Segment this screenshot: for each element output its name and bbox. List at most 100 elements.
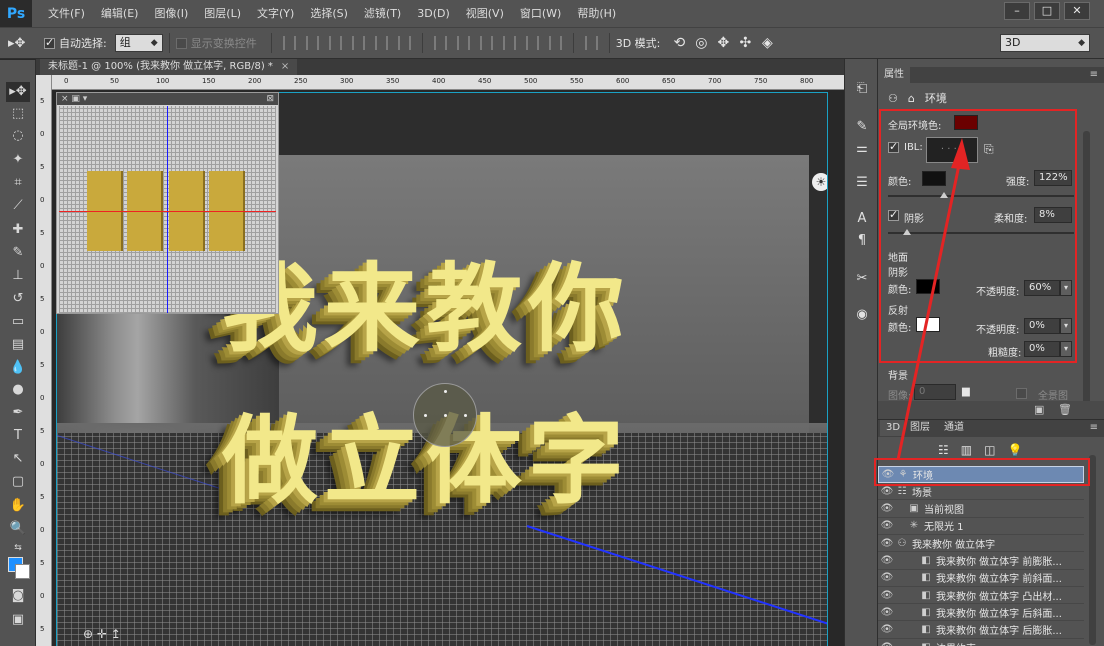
- menu-image[interactable]: 图像(I): [146, 0, 196, 27]
- visibility-eye-icon[interactable]: 👁: [878, 555, 896, 566]
- lasso-tool-icon[interactable]: ◌: [6, 126, 30, 146]
- environment-icon[interactable]: ⌂: [908, 92, 915, 105]
- crop-tool-icon[interactable]: ⌗: [6, 173, 30, 193]
- orbit-handle[interactable]: [464, 414, 467, 417]
- 3d-axis-widget-icon[interactable]: ⊕ ✛ ↥: [83, 627, 121, 641]
- history-panel-icon[interactable]: ⎗: [851, 79, 873, 99]
- brush-panel-icon[interactable]: ✎: [851, 117, 873, 137]
- menu-view[interactable]: 视图(V): [458, 0, 512, 27]
- adjustments-panel-icon[interactable]: ⚌: [851, 139, 873, 159]
- horizontal-ruler[interactable]: 0 50 100 150 200 250 300 350 400 450 500 550 600 650 7…: [52, 75, 844, 90]
- 3d-roll-icon[interactable]: ◎: [692, 34, 710, 52]
- align-top-icon[interactable]: [282, 36, 296, 50]
- 3d-orbit-icon[interactable]: ⟲: [670, 34, 688, 52]
- visibility-eye-icon[interactable]: 👁: [878, 486, 896, 497]
- eraser-tool-icon[interactable]: ▭: [6, 312, 30, 332]
- layer-row[interactable]: 👁 ◧ 我来教你 做立体字 前膨胀...: [878, 553, 1084, 570]
- close-window-button[interactable]: ✕: [1064, 2, 1090, 20]
- distribute-vcenter-icon[interactable]: [456, 36, 470, 50]
- orbit-handle[interactable]: [444, 390, 447, 393]
- type-tool-icon[interactable]: T: [6, 426, 30, 446]
- 3d-materials-icon[interactable]: ◉: [851, 305, 873, 325]
- tab-3d[interactable]: 3D: [880, 420, 907, 436]
- filter-scene-icon[interactable]: ☷: [938, 443, 949, 457]
- panel-menu-icon[interactable]: ≡: [1090, 420, 1098, 436]
- path-select-tool-icon[interactable]: ↖: [6, 449, 30, 469]
- healing-tool-icon[interactable]: ✚: [6, 220, 30, 240]
- pen-tool-icon[interactable]: ✒: [6, 403, 30, 423]
- visibility-eye-icon[interactable]: 👁: [878, 538, 896, 549]
- align-hcenter-icon[interactable]: [374, 36, 388, 50]
- workspace-dropdown[interactable]: 3D ◆: [1000, 34, 1090, 52]
- distribute-left-icon[interactable]: [502, 36, 516, 50]
- shape-tool-icon[interactable]: ▢: [6, 472, 30, 492]
- layer-row[interactable]: 👁 ◧ 我来教你 做立体字 后斜面...: [878, 604, 1084, 622]
- align-bottom-icon[interactable]: [328, 36, 342, 50]
- document-tab[interactable]: 未标题-1 @ 100% (我来教你 做立体字, RGB/8) * ×: [40, 59, 298, 75]
- 3d-panel-scrollbar[interactable]: [1089, 455, 1096, 645]
- layer-row[interactable]: 👁 ◧ 我来教你 做立体字 后膨胀...: [878, 622, 1084, 639]
- swap-colors-icon[interactable]: ⇆: [6, 538, 30, 558]
- tool-presets-icon[interactable]: ☰: [851, 173, 873, 193]
- orbit-handle[interactable]: [444, 414, 447, 417]
- menu-filter[interactable]: 滤镜(T): [356, 0, 409, 27]
- align-left-icon[interactable]: [351, 36, 365, 50]
- screen-mode-icon[interactable]: ▣: [6, 610, 30, 630]
- distribute-top-icon[interactable]: [433, 36, 447, 50]
- auto-select-dropdown[interactable]: 组 ◆: [114, 34, 163, 52]
- visibility-eye-icon[interactable]: 👁: [878, 607, 896, 618]
- menu-select[interactable]: 选择(S): [302, 0, 356, 27]
- panorama-checkbox[interactable]: [1016, 388, 1027, 399]
- visibility-eye-icon[interactable]: 👁: [878, 624, 896, 635]
- vertical-ruler[interactable]: 5 0 5 0 5 0 5 0 5 0 5 0 5 0 5 0 5: [36, 75, 52, 646]
- layer-row[interactable]: 👁 ✳ 无限光 1: [878, 518, 1084, 535]
- visibility-eye-icon[interactable]: 👁: [878, 520, 896, 531]
- menu-help[interactable]: 帮助(H): [569, 0, 624, 27]
- hand-tool-icon[interactable]: ✋: [6, 496, 30, 516]
- auto-align-icon[interactable]: [584, 36, 598, 50]
- move-tool-preset-icon[interactable]: ▸✥: [8, 36, 44, 51]
- 3d-text-line-1[interactable]: 我来教你: [222, 261, 630, 357]
- menu-edit[interactable]: 编辑(E): [93, 0, 147, 27]
- preview-resize-icon[interactable]: ⊠: [266, 93, 274, 105]
- layer-row[interactable]: 👁 ▣ 当前视图: [878, 501, 1084, 518]
- visibility-eye-icon[interactable]: 👁: [878, 572, 896, 583]
- history-brush-icon[interactable]: ↺: [6, 289, 30, 309]
- background-color-swatch[interactable]: [15, 564, 30, 579]
- distribute-bottom-icon[interactable]: [479, 36, 493, 50]
- show-transform-checkbox[interactable]: [175, 37, 187, 49]
- dodge-tool-icon[interactable]: ●: [6, 380, 30, 400]
- menu-type[interactable]: 文字(Y): [249, 0, 302, 27]
- properties-scrollbar[interactable]: [1083, 131, 1090, 421]
- tab-properties[interactable]: 属性: [878, 67, 910, 83]
- distribute-right-icon[interactable]: [548, 36, 562, 50]
- minimize-button[interactable]: –: [1004, 2, 1030, 20]
- 3d-mesh-icon[interactable]: ⚇: [888, 92, 898, 105]
- panel-menu-icon[interactable]: ≡: [1090, 67, 1098, 83]
- tools-panel-icon[interactable]: ✂: [851, 269, 873, 289]
- delete-icon[interactable]: 🗑: [1058, 403, 1072, 416]
- align-right-icon[interactable]: [397, 36, 411, 50]
- infinite-light-icon[interactable]: ☀: [812, 173, 827, 191]
- distribute-hcenter-icon[interactable]: [525, 36, 539, 50]
- zoom-tool-icon[interactable]: 🔍: [6, 519, 30, 539]
- layer-row[interactable]: 👁 ◧ 边界约束...: [878, 639, 1084, 646]
- preview-titlebar[interactable]: × ▣ ▾ ⊠: [57, 93, 278, 105]
- visibility-eye-icon[interactable]: 👁: [878, 642, 896, 646]
- layer-row[interactable]: 👁 ◧ 我来教你 做立体字 凸出材...: [878, 587, 1084, 605]
- filter-material-icon[interactable]: ◫: [984, 443, 995, 457]
- menu-layer[interactable]: 图层(L): [196, 0, 249, 27]
- layer-row[interactable]: 👁 ◧ 我来教你 做立体字 前斜面...: [878, 570, 1084, 587]
- visibility-eye-icon[interactable]: 👁: [878, 590, 896, 601]
- quick-mask-icon[interactable]: ◙: [6, 586, 30, 606]
- marquee-tool-icon[interactable]: ⬚: [6, 104, 30, 124]
- stamp-tool-icon[interactable]: ⊥: [6, 266, 30, 286]
- 3d-scale-icon[interactable]: ◈: [758, 34, 776, 52]
- 3d-slide-icon[interactable]: ✣: [736, 34, 754, 52]
- brush-tool-icon[interactable]: ✎: [6, 243, 30, 263]
- preview-close-icon[interactable]: ×: [61, 94, 69, 104]
- orbit-handle[interactable]: [424, 414, 427, 417]
- filter-mesh-icon[interactable]: ▥: [961, 443, 972, 457]
- eyedropper-tool-icon[interactable]: ⟋: [6, 196, 30, 216]
- tab-channels[interactable]: 通道: [938, 420, 970, 436]
